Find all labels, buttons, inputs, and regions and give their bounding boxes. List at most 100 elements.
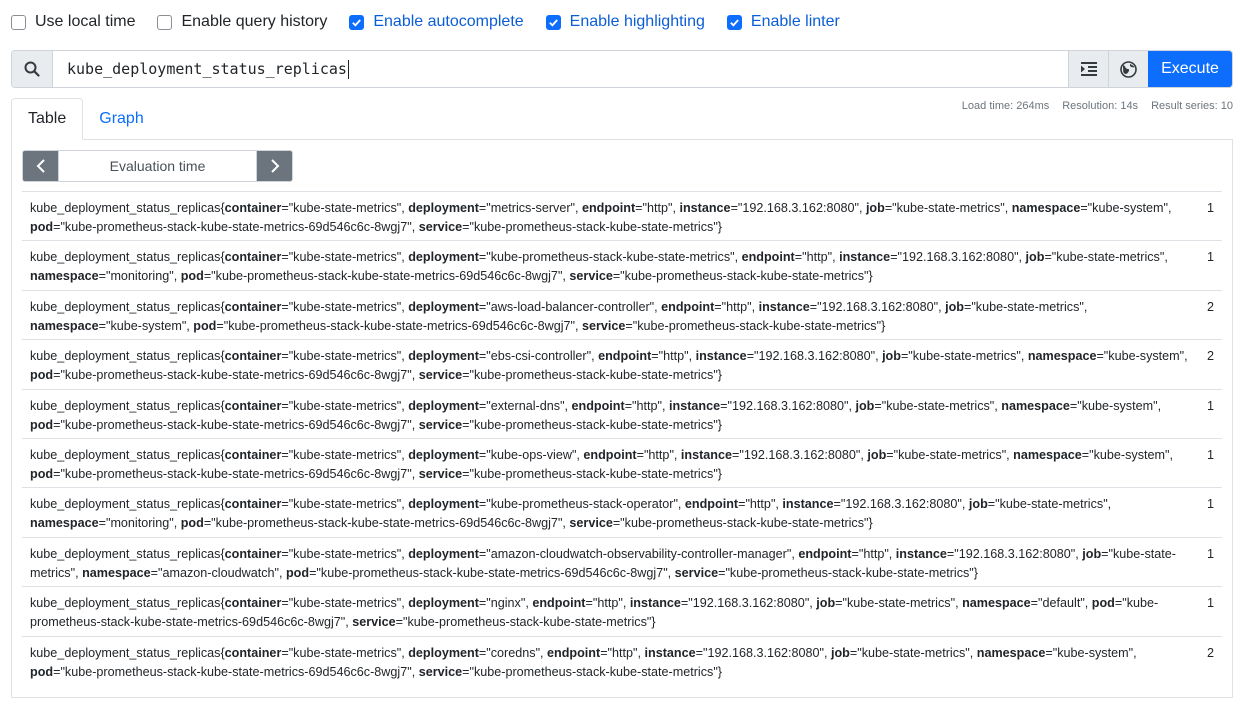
label-key: job [830, 645, 850, 660]
label-value: kube-prometheus-stack-kube-state-metrics [473, 466, 714, 481]
label-key: pod [180, 269, 204, 284]
label-key: service [352, 615, 396, 630]
label-value: kube-state-metrics [293, 201, 397, 215]
checkbox-enable-query-history[interactable] [157, 14, 173, 30]
label-key: service [569, 516, 613, 531]
label-key: deployment [408, 398, 479, 413]
query-stats: Load time: 264ms Resolution: 14s Result … [962, 100, 1233, 112]
metrics-explorer-button[interactable] [1108, 51, 1148, 87]
series-value: 1 [1206, 596, 1214, 611]
option-enable-highlighting[interactable]: Enable highlighting [545, 13, 705, 31]
tab-table[interactable]: Table [11, 98, 84, 140]
table-row: kube_deployment_status_replicas{containe… [22, 289, 1222, 339]
label-value: kube-prometheus-stack-kube-state-metrics [729, 565, 970, 580]
label-key: job [882, 349, 901, 364]
label-value: aws-load-balancer-controller [490, 299, 650, 314]
label-key: service [418, 220, 463, 234]
series-value: 2 [1206, 645, 1214, 660]
label-value: 192.168.3.162:8080 [821, 299, 934, 314]
label-key: pod [30, 220, 54, 234]
option-label: Use local time [35, 13, 136, 30]
format-expression-button[interactable] [1068, 51, 1108, 87]
prev-time-button[interactable] [23, 151, 58, 181]
label-key: endpoint [798, 546, 852, 561]
expression-input[interactable]: kube_deployment_status_replicas [53, 51, 1068, 87]
label-key: deployment [408, 201, 479, 215]
label-value: default [1042, 596, 1081, 611]
label-key: deployment [408, 546, 479, 561]
label-key: pod [193, 318, 217, 333]
label-value: 192.168.3.162:8080 [758, 349, 871, 364]
series-labels: kube_deployment_status_replicas{containe… [30, 645, 1137, 679]
label-value: nginx [490, 596, 521, 611]
checkbox-use-local-time[interactable] [11, 14, 26, 30]
label-value: kube-prometheus-stack-kube-state-metrics [624, 516, 865, 531]
text-caret [347, 59, 349, 79]
table-row: kube_deployment_status_replicas{containe… [22, 635, 1222, 685]
next-time-button[interactable] [257, 151, 292, 181]
label-key: container [224, 398, 282, 413]
label-value: kube-prometheus-stack-kube-state-metrics… [64, 664, 408, 679]
label-key: endpoint [661, 299, 715, 314]
label-key: instance [680, 447, 733, 462]
option-enable-autocomplete[interactable]: Enable autocomplete [349, 13, 524, 31]
label-key: container [224, 349, 282, 364]
label-key: job [1025, 250, 1045, 265]
label-key: instance [758, 299, 810, 314]
series-value: 1 [1206, 201, 1214, 215]
option-use-local-time[interactable]: Use local time [11, 13, 135, 31]
label-key: pod [30, 466, 54, 481]
label-key: job [1082, 546, 1102, 561]
label-value: kube-system [1081, 398, 1154, 413]
label-value: http [648, 447, 670, 462]
label-key: namespace [30, 318, 99, 333]
series-value: 1 [1206, 398, 1214, 413]
tab-graph[interactable]: Graph [83, 98, 159, 140]
option-label: Enable autocomplete [373, 13, 524, 30]
label-key: endpoint [741, 250, 795, 265]
metric-name: kube_deployment_status_replicas [30, 645, 221, 660]
label-key: endpoint [571, 398, 625, 413]
label-key: service [569, 269, 613, 284]
checkbox-enable-highlighting[interactable] [545, 14, 561, 30]
label-value: 192.168.3.162:8080 [902, 250, 1015, 265]
label-value: kube-prometheus-stack-kube-state-metrics [490, 250, 731, 265]
label-value: kube-system [1092, 201, 1164, 215]
label-value: kube-state-metrics [861, 645, 966, 660]
series-value: 1 [1206, 546, 1214, 561]
label-key: container [224, 201, 282, 215]
label-value: kube-system [1057, 645, 1129, 660]
table-row: kube_deployment_status_replicas{containe… [22, 388, 1222, 438]
series-value: 1 [1206, 497, 1214, 512]
label-value: http [749, 497, 771, 512]
checkbox-enable-autocomplete[interactable] [349, 14, 365, 30]
label-key: deployment [408, 497, 479, 512]
label-value: kube-state-metrics [975, 299, 1080, 314]
series-value: 2 [1206, 349, 1214, 364]
option-enable-linter[interactable]: Enable linter [726, 13, 840, 31]
series-labels: kube_deployment_status_replicas{containe… [30, 398, 1162, 432]
label-value: kube-prometheus-stack-operator [490, 497, 674, 512]
evaluation-time-input[interactable]: Evaluation time [58, 151, 257, 181]
label-value: metrics-server [490, 201, 571, 215]
label-key: pod [1091, 596, 1115, 611]
option-enable-query-history[interactable]: Enable query history [157, 13, 327, 31]
results-table: kube_deployment_status_replicas{containe… [22, 191, 1222, 685]
execute-button[interactable]: Execute [1148, 51, 1232, 87]
label-value: external-dns [490, 398, 561, 413]
label-value: http [646, 201, 668, 215]
label-value: kube-state-metrics [896, 201, 1001, 215]
label-value: 192.168.3.162:8080 [692, 596, 805, 611]
label-key: pod [180, 516, 204, 531]
label-key: instance [669, 398, 721, 413]
label-value: kube-prometheus-stack-kube-state-metrics [473, 368, 714, 383]
label-key: instance [629, 596, 681, 611]
view-tabs: Table Graph [11, 98, 160, 140]
label-key: container [224, 596, 282, 611]
label-value: kube-system [1108, 349, 1180, 364]
label-value: kube-state-metrics [293, 645, 397, 660]
label-value: kube-state-metrics [293, 299, 397, 314]
series-value: 1 [1206, 447, 1214, 462]
evaluation-time-picker: Evaluation time [22, 150, 293, 182]
checkbox-enable-linter[interactable] [726, 14, 742, 30]
